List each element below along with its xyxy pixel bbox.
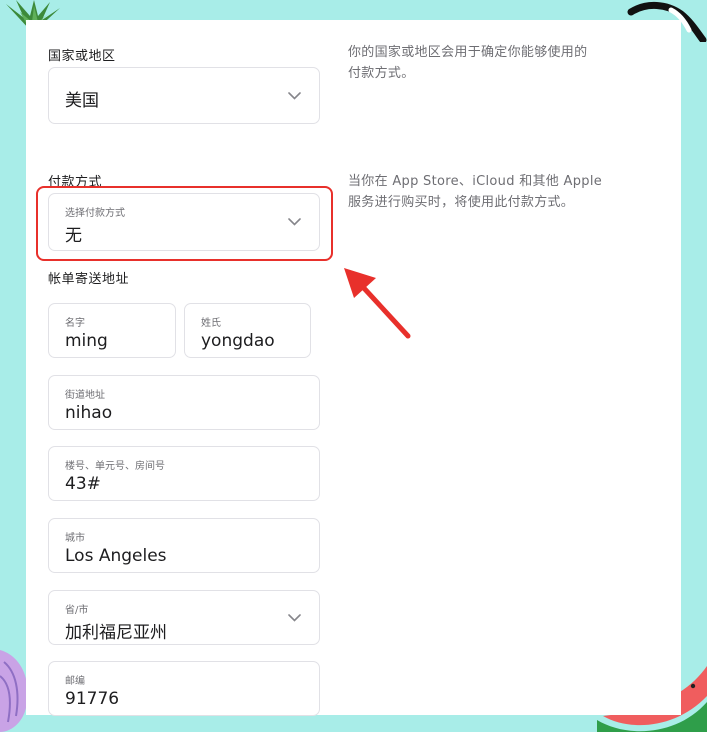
street-address-value: nihao	[65, 403, 113, 423]
red-arrow-annotation	[344, 268, 411, 339]
region-select[interactable]: 美国	[48, 67, 320, 124]
street-address-field[interactable]: 街道地址 nihao	[48, 375, 320, 430]
first-name-field[interactable]: 名字 ming	[48, 303, 176, 358]
zip-code-field[interactable]: 邮编 91776	[48, 661, 320, 716]
payment-description: 当你在 App Store、iCloud 和其他 Apple 服务进行购买时，将…	[348, 171, 602, 213]
unit-number-field[interactable]: 楼号、单元号、房间号 43#	[48, 446, 320, 501]
zip-code-value: 91776	[65, 689, 120, 709]
city-field[interactable]: 城市 Los Angeles	[48, 518, 320, 573]
payment-highlight-box	[36, 186, 333, 261]
region-value: 美国	[65, 91, 99, 111]
city-label: 城市	[65, 533, 85, 544]
state-label: 省/市	[65, 605, 89, 616]
state-select[interactable]: 省/市 加利福尼亚州	[48, 590, 320, 645]
last-name-value: yongdao	[201, 331, 275, 351]
state-value: 加利福尼亚州	[65, 623, 167, 643]
region-section-label: 国家或地区	[48, 49, 116, 64]
chevron-down-icon	[288, 91, 301, 100]
street-address-label: 街道地址	[65, 390, 105, 401]
region-description: 你的国家或地区会用于确定你能够使用的 付款方式。	[348, 42, 587, 84]
last-name-field[interactable]: 姓氏 yongdao	[184, 303, 311, 358]
zip-code-label: 邮编	[65, 676, 85, 687]
payment-description-line-1: 当你在 App Store、iCloud 和其他 Apple	[348, 174, 603, 189]
unit-number-value: 43#	[65, 474, 101, 494]
first-name-label: 名字	[65, 318, 85, 329]
screenshot-stage: 国家或地区 美国 你的国家或地区会用于确定你能够使用的 付款方式。 付款方式 选…	[0, 0, 707, 732]
region-description-line-2: 付款方式。	[348, 66, 415, 81]
city-value: Los Angeles	[65, 546, 167, 566]
first-name-value: ming	[65, 331, 108, 351]
region-description-line-1: 你的国家或地区会用于确定你能够使用的	[348, 45, 588, 60]
billing-heading: 帐单寄送地址	[48, 272, 130, 287]
chevron-down-icon	[288, 613, 301, 622]
unit-number-label: 楼号、单元号、房间号	[65, 461, 165, 472]
payment-settings-form: 国家或地区 美国 你的国家或地区会用于确定你能够使用的 付款方式。 付款方式 选…	[26, 20, 681, 716]
payment-description-line-2: 服务进行购买时，将使用此付款方式。	[348, 195, 575, 210]
last-name-label: 姓氏	[201, 318, 221, 329]
